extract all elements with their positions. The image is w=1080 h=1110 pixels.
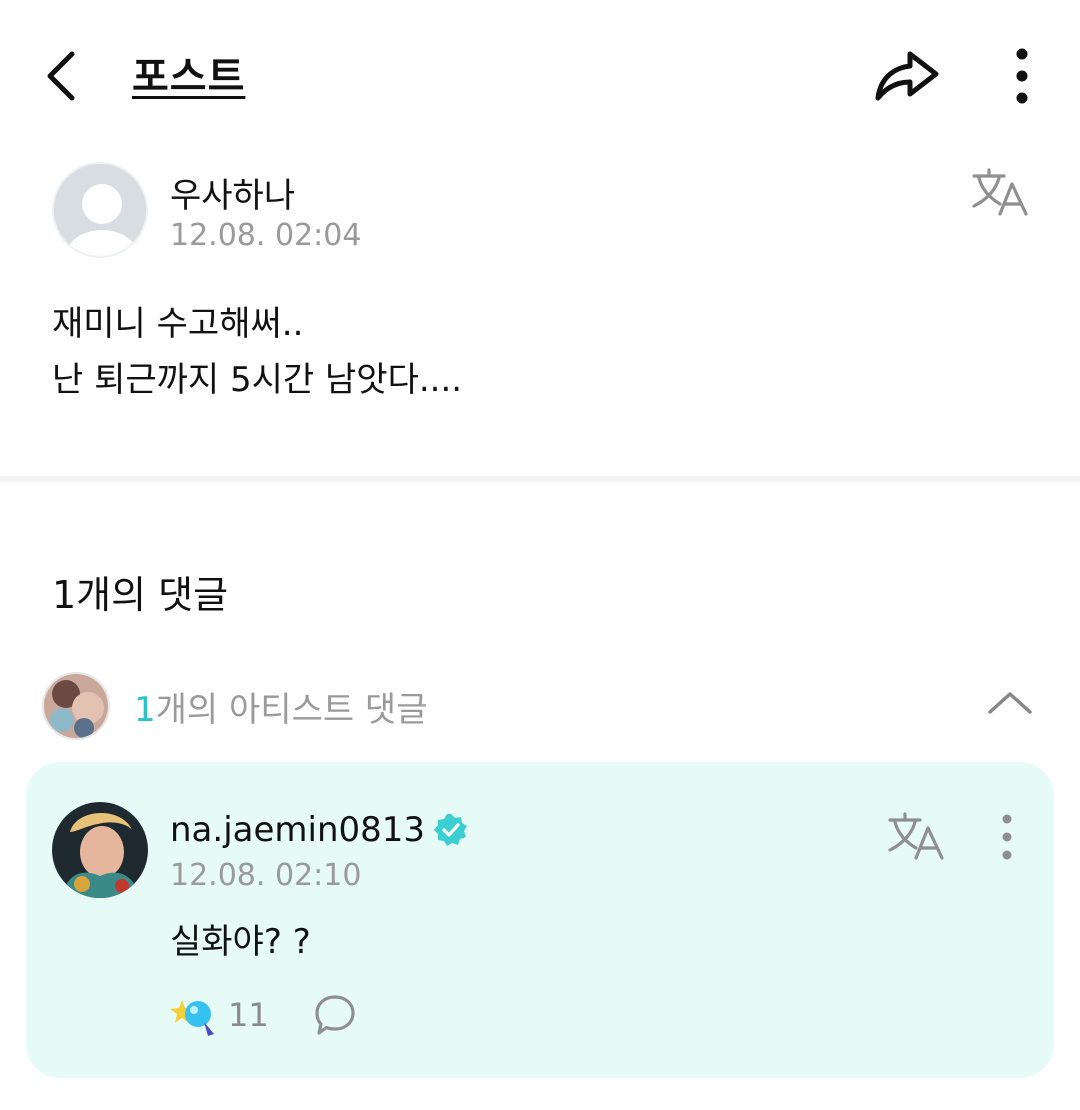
artist-comments-text: 개의 아티스트 댓글	[155, 690, 428, 730]
section-divider	[0, 476, 1080, 482]
translate-button[interactable]	[970, 168, 1032, 218]
page-title: 포스트	[132, 54, 246, 100]
collapse-button[interactable]	[984, 682, 1036, 722]
comment-actions: 11	[170, 990, 357, 1040]
comment-text: 실화야? ?	[170, 922, 311, 962]
like-count: 11	[228, 996, 269, 1034]
more-options-button[interactable]	[1004, 46, 1040, 106]
artist-thumbnail	[42, 672, 110, 740]
more-vertical-icon	[1002, 814, 1012, 860]
artist-comments-label: 1개의 아티스트 댓글	[134, 682, 428, 731]
author-avatar[interactable]	[52, 162, 148, 258]
back-button[interactable]	[38, 46, 90, 106]
translate-icon	[972, 168, 1028, 216]
post-author-row: 우사하나 12.08. 02:04	[52, 162, 1052, 262]
comment-time: 12.08. 02:10	[170, 858, 362, 893]
reply-bubble-icon[interactable]	[313, 993, 357, 1037]
default-avatar-icon	[66, 184, 138, 256]
post-time: 12.08. 02:04	[170, 218, 362, 253]
chevron-left-icon	[47, 51, 75, 101]
more-vertical-icon	[1016, 48, 1028, 104]
share-button[interactable]	[872, 48, 940, 104]
artist-photo-icon	[44, 674, 108, 738]
comment-translate-button[interactable]	[886, 812, 948, 862]
post-body: 재미니 수고해써.. 난 퇴근까지 5시간 남앗다....	[52, 296, 462, 408]
commenter-avatar[interactable]	[52, 802, 148, 898]
artist-comment-card: na.jaemin0813 12.08. 02:10 실화야? ? 11	[26, 762, 1054, 1078]
comment-count-heading: 1개의 댓글	[52, 573, 229, 617]
artist-comments-toggle[interactable]: 1개의 아티스트 댓글	[40, 672, 1040, 744]
commenter-name-row: na.jaemin0813	[170, 810, 469, 850]
comment-more-button[interactable]	[992, 814, 1022, 860]
post-body-line: 재미니 수고해써..	[52, 304, 304, 344]
artist-comment-count: 1	[134, 690, 156, 730]
star-like-icon[interactable]	[170, 992, 218, 1038]
author-name[interactable]: 우사하나	[170, 168, 295, 217]
top-bar: 포스트	[0, 0, 1080, 150]
commenter-username[interactable]: na.jaemin0813	[170, 810, 425, 850]
share-icon	[875, 51, 939, 101]
chevron-up-icon	[988, 692, 1032, 714]
translate-icon	[888, 812, 944, 860]
commenter-photo-icon	[52, 802, 148, 898]
verified-badge-icon	[434, 814, 468, 846]
post-body-line: 난 퇴근까지 5시간 남앗다....	[52, 360, 463, 400]
